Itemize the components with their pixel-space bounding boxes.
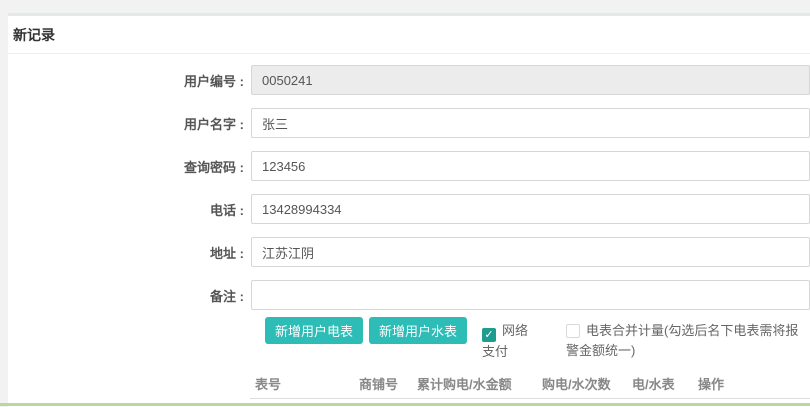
query-password-input[interactable] bbox=[251, 151, 810, 181]
add-electric-meter-button[interactable]: 新增用户电表 bbox=[265, 317, 363, 344]
remarks-label: 备注 : bbox=[8, 286, 244, 305]
meter-table-header: 表号 商铺号 累计购电/水金额 购电/水次数 电/水表 操作 bbox=[250, 369, 810, 399]
form-row-remarks: 备注 : bbox=[8, 280, 810, 310]
phone-label: 电话 : bbox=[8, 200, 244, 219]
query-password-label: 查询密码 : bbox=[8, 157, 244, 176]
network-payment-checkbox[interactable]: ✓ bbox=[482, 328, 496, 342]
user-form: 用户编号 : 用户名字 : 查询密码 : 电话 : 地址 : 备注 : 新增用户… bbox=[8, 54, 810, 399]
add-water-meter-button[interactable]: 新增用户水表 bbox=[369, 317, 467, 344]
column-header-meter-type: 电/水表 bbox=[632, 374, 698, 393]
form-row-address: 地址 : bbox=[8, 237, 810, 267]
remarks-input[interactable] bbox=[251, 280, 810, 310]
form-row-phone: 电话 : bbox=[8, 194, 810, 224]
bottom-divider bbox=[0, 403, 810, 406]
column-header-purchase-count: 购电/水次数 bbox=[542, 374, 632, 393]
column-header-actions: 操作 bbox=[698, 374, 810, 393]
merge-metering-label: 电表合并计量(勾选后名下电表需将报警金额统一) bbox=[566, 323, 798, 358]
column-header-total-purchase-amount: 累计购电/水金额 bbox=[417, 374, 542, 393]
user-name-label: 用户名字 : bbox=[8, 114, 244, 133]
action-row: 新增用户电表 新增用户水表 ✓网络支付 电表合并计量(勾选后名下电表需将报警金额… bbox=[8, 317, 810, 344]
user-id-input bbox=[251, 65, 810, 95]
form-row-user-name: 用户名字 : bbox=[8, 108, 810, 138]
form-row-query-password: 查询密码 : bbox=[8, 151, 810, 181]
check-icon: ✓ bbox=[484, 329, 493, 341]
column-header-shop-number: 商铺号 bbox=[359, 374, 417, 393]
user-name-input[interactable] bbox=[251, 108, 810, 138]
panel-header: 新记录 bbox=[8, 16, 810, 54]
new-record-panel: 新记录 用户编号 : 用户名字 : 查询密码 : 电话 : 地址 : 备注 : bbox=[8, 13, 810, 407]
address-label: 地址 : bbox=[8, 243, 244, 262]
address-input[interactable] bbox=[251, 237, 810, 267]
column-header-meter-number: 表号 bbox=[255, 374, 359, 393]
phone-input[interactable] bbox=[251, 194, 810, 224]
merge-metering-checkbox-group[interactable]: 电表合并计量(勾选后名下电表需将报警金额统一) bbox=[566, 321, 800, 361]
user-id-label: 用户编号 : bbox=[8, 71, 244, 90]
panel-title: 新记录 bbox=[13, 27, 55, 43]
merge-metering-checkbox[interactable] bbox=[566, 324, 580, 338]
network-payment-checkbox-group[interactable]: ✓网络支付 bbox=[482, 321, 538, 362]
form-row-user-id: 用户编号 : bbox=[8, 65, 810, 95]
